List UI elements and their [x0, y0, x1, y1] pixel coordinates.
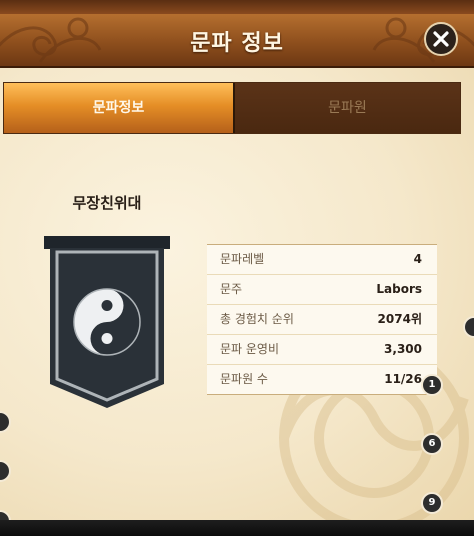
info-value: 2074위 — [377, 312, 422, 326]
info-label: 문파원 수 — [220, 372, 268, 386]
guild-info-panel: 문파정보 문파원 무장친위대 문파레벨 4 문주 Labors 총 경험치 순위… — [0, 68, 474, 520]
info-row-member-count: 문파원 수 11/26 — [207, 365, 437, 394]
marker-badge[interactable]: 9 — [421, 492, 443, 514]
marker-badge[interactable]: 6 — [421, 433, 443, 455]
info-row-level: 문파레벨 4 — [207, 245, 437, 275]
info-row-exp-rank: 총 경험치 순위 2074위 — [207, 305, 437, 335]
close-button[interactable] — [424, 22, 458, 56]
info-row-master: 문주 Labors — [207, 275, 437, 305]
info-row-funds: 문파 운영비 3,300 — [207, 335, 437, 365]
info-label: 총 경험치 순위 — [220, 312, 294, 326]
info-label: 문파레벨 — [220, 252, 265, 266]
yin-yang-banner-icon — [44, 236, 170, 408]
guild-info-table: 문파레벨 4 문주 Labors 총 경험치 순위 2074위 문파 운영비 3… — [207, 244, 437, 395]
window-title: 문파 정보 — [190, 31, 284, 56]
top-frame-strip — [0, 0, 474, 14]
info-label: 문주 — [220, 282, 243, 296]
close-icon — [433, 31, 449, 47]
info-value: 11/26 — [384, 372, 422, 386]
tab-bar: 문파정보 문파원 — [3, 82, 461, 134]
marker-badge[interactable]: 1 — [421, 374, 443, 396]
info-value: 4 — [413, 252, 422, 266]
window-header: 문파 정보 — [0, 14, 474, 68]
info-label: 문파 운영비 — [220, 342, 280, 356]
info-value: Labors — [376, 282, 422, 296]
bottom-bar — [0, 520, 474, 536]
info-value: 3,300 — [384, 342, 422, 356]
tab-guild-members[interactable]: 문파원 — [233, 83, 460, 133]
guild-name: 무장친위대 — [72, 194, 142, 212]
tab-guild-info[interactable]: 문파정보 — [4, 83, 233, 133]
